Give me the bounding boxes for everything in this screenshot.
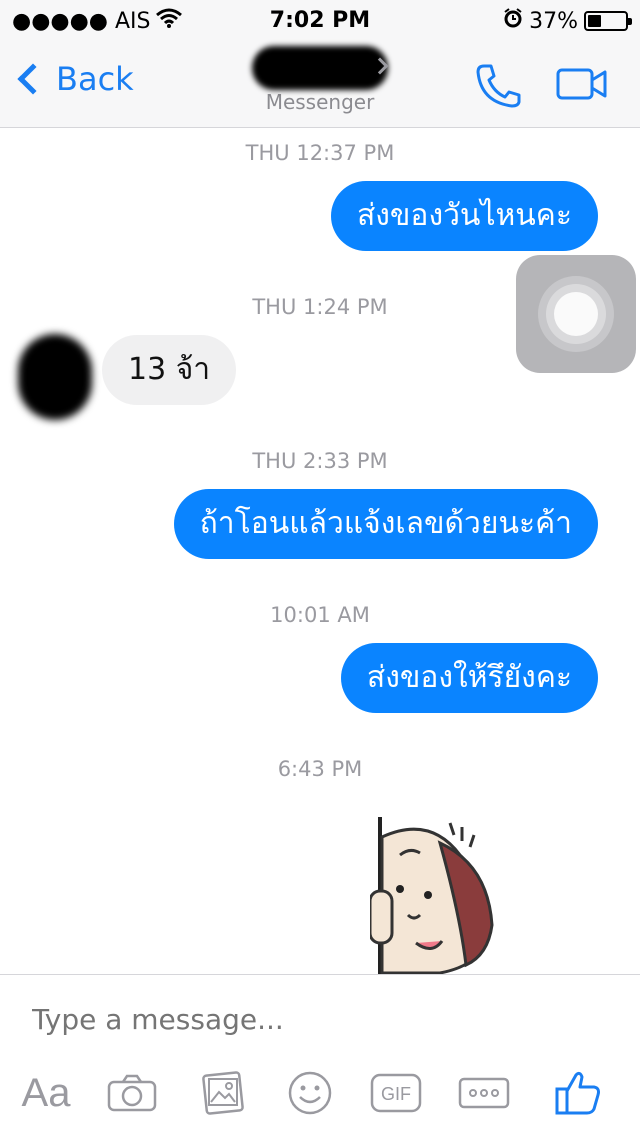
more-options-button[interactable] <box>456 1063 512 1123</box>
like-button[interactable] <box>550 1063 606 1123</box>
photo-icon <box>202 1071 244 1115</box>
thumbs-up-icon <box>555 1071 600 1115</box>
assistive-touch-button[interactable] <box>516 255 636 373</box>
video-camera-icon <box>556 68 607 100</box>
more-icon <box>458 1077 510 1109</box>
status-bar: ●●●●● AIS 7:02 PM 37% <box>0 0 640 40</box>
outgoing-message[interactable]: ส่งของให้รึยังคะ <box>340 643 598 713</box>
battery-icon <box>584 11 632 31</box>
contact-name-redacted <box>252 46 388 90</box>
sticker-message[interactable] <box>368 815 500 974</box>
battery-percent: 37% <box>529 8 578 34</box>
camera-icon <box>107 1074 157 1112</box>
timestamp: 6:43 PM <box>277 757 363 781</box>
contact-header[interactable]: Messenger <box>220 46 420 114</box>
camera-button[interactable] <box>104 1063 160 1123</box>
phone-icon <box>476 64 521 108</box>
conversation[interactable]: THU 12:37 PM ส่งของวันไหนคะ THU 1:24 PM … <box>0 129 640 974</box>
incoming-message[interactable]: 13 จ้า <box>102 335 237 405</box>
gif-button[interactable]: GIF <box>368 1063 424 1123</box>
timestamp: THU 2:33 PM <box>252 449 388 473</box>
alarm-icon <box>503 8 523 34</box>
back-button[interactable]: Back <box>14 60 134 98</box>
composer: Aa <box>0 974 640 1136</box>
avatar[interactable] <box>18 334 92 420</box>
timestamp: THU 12:37 PM <box>245 141 395 165</box>
header: ●●●●● AIS 7:02 PM 37% Back Messenger <box>0 0 640 128</box>
composer-toolbar: Aa GIF <box>0 1063 640 1123</box>
nav-bar: Back Messenger <box>0 40 640 128</box>
sticker-button[interactable] <box>282 1063 338 1123</box>
outgoing-message[interactable]: ถ้าโอนแล้วแจ้งเลขด้วยนะค้า <box>173 489 598 559</box>
smiley-icon <box>288 1071 332 1115</box>
outgoing-message[interactable]: ส่งของวันไหนคะ <box>330 181 598 251</box>
text-format-button[interactable]: Aa <box>16 1063 76 1123</box>
gif-icon: GIF <box>370 1073 422 1113</box>
phone-call-button[interactable] <box>474 62 522 112</box>
back-label: Back <box>56 60 134 98</box>
message-input[interactable] <box>32 1003 592 1036</box>
photo-gallery-button[interactable] <box>194 1063 250 1123</box>
chevron-left-icon <box>17 63 49 95</box>
svg-text:GIF: GIF <box>381 1084 411 1104</box>
contact-subtitle: Messenger <box>265 90 375 114</box>
video-call-button[interactable] <box>556 66 608 106</box>
timestamp: 10:01 AM <box>270 603 370 627</box>
